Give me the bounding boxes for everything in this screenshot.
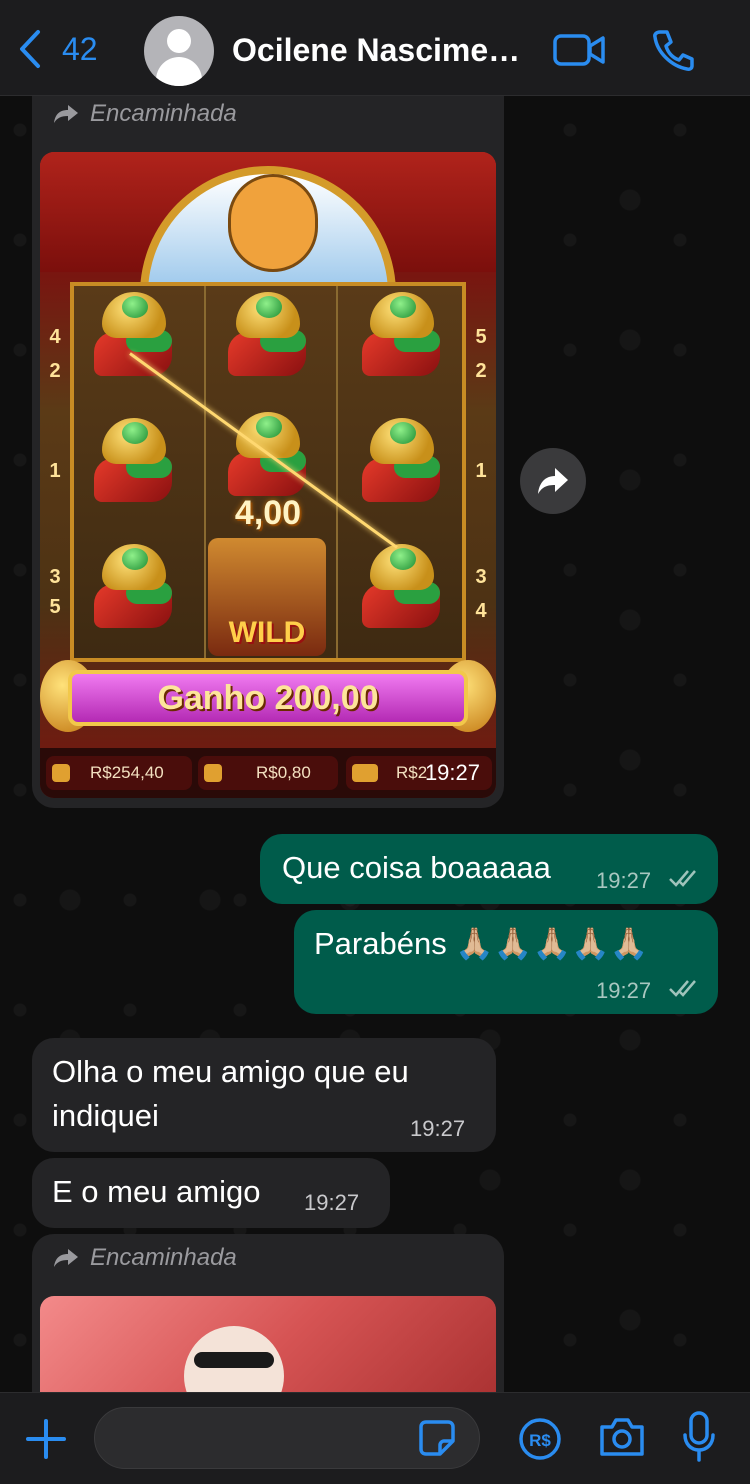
message-outgoing[interactable]: Parabéns 🙏🏼🙏🏼🙏🏼🙏🏼🙏🏼 19:27 — [294, 910, 718, 1014]
gold-ingot-symbol — [356, 286, 448, 386]
sticker-icon[interactable] — [418, 1419, 456, 1457]
gold-ingot-symbol — [88, 286, 180, 386]
win-icon — [352, 764, 378, 782]
microphone-icon[interactable] — [682, 1411, 716, 1463]
message-outgoing[interactable]: Que coisa boaaaaa 19:27 — [260, 834, 718, 904]
chat-screen: 42 Ocilene Nascimen... Encaminhada WILD … — [0, 0, 750, 1484]
camera-icon[interactable] — [598, 1415, 646, 1459]
share-arrow-icon — [538, 468, 568, 494]
win-banner: Ganho 200,00 — [68, 670, 468, 726]
sunglasses — [194, 1352, 274, 1368]
avatar[interactable] — [144, 16, 214, 86]
message-composer: R$ — [0, 1392, 750, 1484]
wallet-icon — [52, 764, 70, 782]
message-text-line: Olha o meu amigo que eu — [52, 1054, 409, 1089]
reel-number: 4 — [475, 600, 487, 622]
message-incoming[interactable]: Olha o meu amigo que eu indiquei 19:27 — [32, 1038, 496, 1152]
reel-number: 1 — [475, 460, 487, 482]
reel-number: 1 — [49, 460, 61, 482]
avatar-head-shape — [167, 29, 191, 53]
gold-ingot-symbol — [88, 412, 180, 512]
gold-ingot-symbol — [88, 538, 180, 638]
message-text: E o meu amigo — [52, 1174, 261, 1209]
win-value: R$2 — [396, 763, 428, 782]
message-time: 19:27 — [424, 760, 480, 785]
forward-arrow-icon — [54, 105, 78, 123]
forwarded-text: Encaminhada — [90, 1244, 237, 1271]
gold-ingot-symbol — [356, 538, 448, 638]
reel-divider — [336, 286, 338, 658]
reel-number: 5 — [49, 596, 61, 618]
gold-ingot-symbol — [222, 286, 314, 386]
forwarded-text: Encaminhada — [90, 100, 237, 127]
balance-value: R$254,40 — [90, 763, 164, 782]
message-time: 19:27 — [596, 868, 652, 893]
video-camera-icon[interactable] — [552, 30, 606, 70]
wild-symbol: WILD — [208, 538, 326, 656]
forward-arrow-icon — [54, 1249, 78, 1267]
plus-icon[interactable] — [24, 1417, 68, 1461]
message-time: 19:27 — [304, 1190, 360, 1215]
message-forwarded-image[interactable]: Encaminhada WILD 4,00 4 2 1 3 5 5 2 1 3 … — [32, 90, 504, 808]
forwarded-label: Encaminhada — [52, 100, 237, 128]
message-text: Que coisa boaaaaa — [282, 850, 551, 885]
message-text: Parabéns 🙏🏼🙏🏼🙏🏼🙏🏼🙏🏼 — [314, 926, 649, 961]
chat-header: 42 Ocilene Nascimen... — [0, 0, 750, 96]
win-amount: Ganho 200,00 — [157, 679, 379, 717]
reel-divider — [204, 286, 206, 658]
reel-number: 5 — [475, 326, 487, 348]
back-button[interactable]: 42 — [16, 28, 98, 70]
message-time: 19:27 — [596, 978, 652, 1003]
chevron-left-icon — [20, 30, 40, 68]
message-time: 19:27 — [410, 1116, 466, 1141]
reel-number: 4 — [49, 326, 61, 348]
message-text-line: indiquei — [52, 1098, 159, 1133]
reel-number: 2 — [49, 360, 61, 382]
bet-value: R$0,80 — [256, 763, 311, 782]
slot-game-screenshot[interactable]: WILD 4,00 4 2 1 3 5 5 2 1 3 4 Ganho 200,… — [40, 152, 496, 798]
read-receipt-icon — [669, 870, 696, 887]
reel-number: 3 — [49, 566, 61, 588]
contact-name[interactable]: Ocilene Nascimen... — [232, 32, 532, 69]
payment-icon[interactable]: R$ — [518, 1417, 562, 1461]
coins-icon — [204, 764, 222, 782]
avatar-body-shape — [156, 57, 202, 86]
reel-number: 3 — [475, 566, 487, 588]
gold-ingot-symbol — [356, 412, 448, 512]
balance-display: R$254,40 — [46, 756, 192, 790]
read-receipt-icon — [669, 980, 696, 997]
reel-number: 2 — [475, 360, 487, 382]
phone-icon[interactable] — [652, 28, 694, 72]
forward-button[interactable] — [520, 448, 586, 514]
forwarded-label: Encaminhada — [52, 1244, 237, 1272]
message-incoming[interactable]: E o meu amigo 19:27 — [32, 1158, 390, 1228]
unread-count: 42 — [62, 30, 98, 67]
tiger-mascot — [228, 174, 318, 272]
bet-display: R$0,80 — [198, 756, 338, 790]
svg-text:R$: R$ — [529, 1431, 551, 1450]
payline-payout: 4,00 — [234, 494, 302, 532]
wild-label: WILD — [228, 616, 306, 649]
